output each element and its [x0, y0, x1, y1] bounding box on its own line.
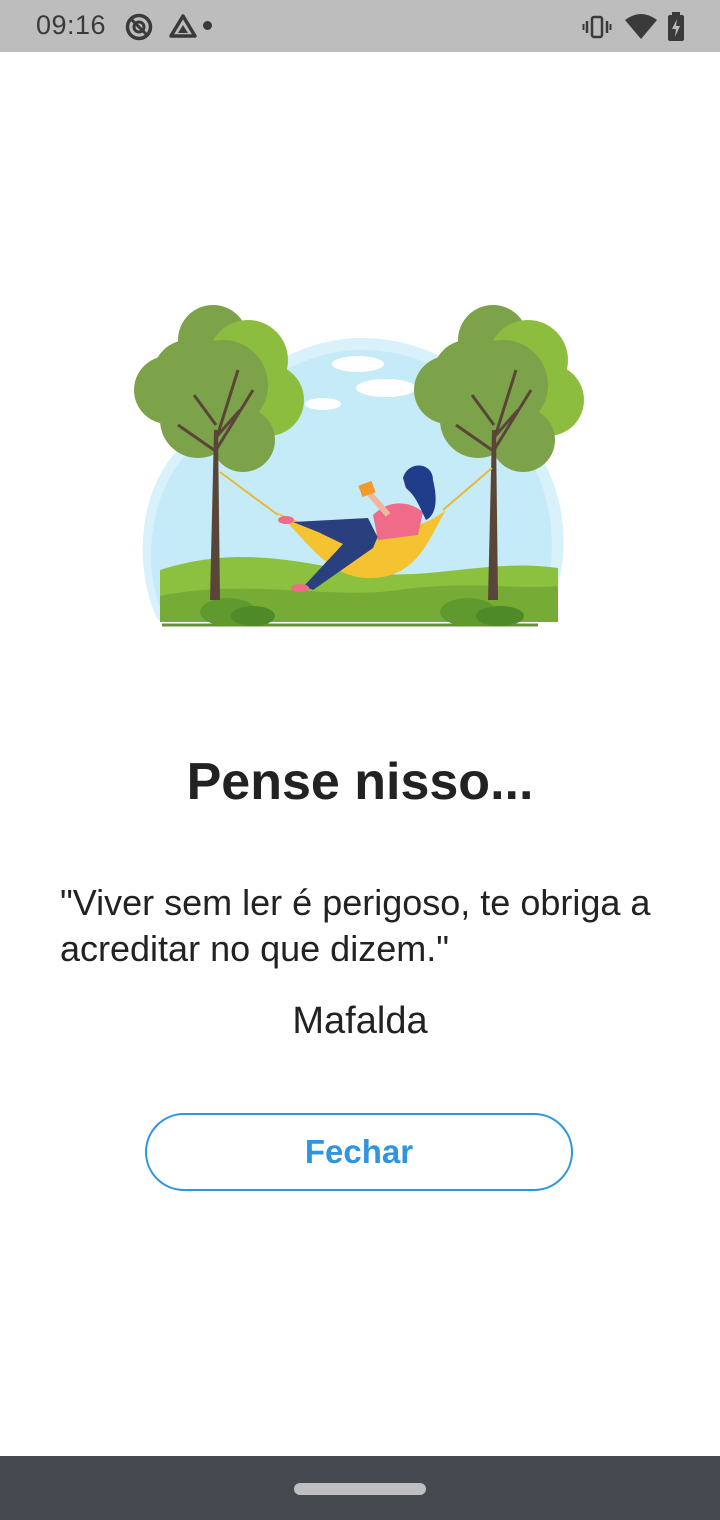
dialog-title: Pense nisso...: [186, 753, 534, 811]
home-gesture-handle[interactable]: [294, 1483, 426, 1495]
status-bar: 09:16: [0, 0, 720, 52]
navigation-bar: [0, 1456, 720, 1520]
do-not-disturb-icon: [124, 12, 154, 42]
quote-text: "Viver sem ler é perigoso, te obriga a a…: [60, 882, 651, 969]
drive-icon: [168, 12, 198, 42]
quote-dialog-screen: 09:16 Pense nisso... "Viver sem ler é pe…: [0, 0, 720, 1520]
close-button[interactable]: Fechar: [145, 1113, 573, 1191]
woman-reading-in-hammock-illustration: [128, 300, 592, 632]
wifi-icon: [624, 12, 658, 42]
vibrate-icon: [582, 12, 612, 42]
notification-dot: [203, 21, 212, 30]
quote-author: Mafalda: [292, 1000, 428, 1042]
battery-charging-icon: [666, 12, 686, 42]
status-time: 09:16: [36, 10, 107, 40]
